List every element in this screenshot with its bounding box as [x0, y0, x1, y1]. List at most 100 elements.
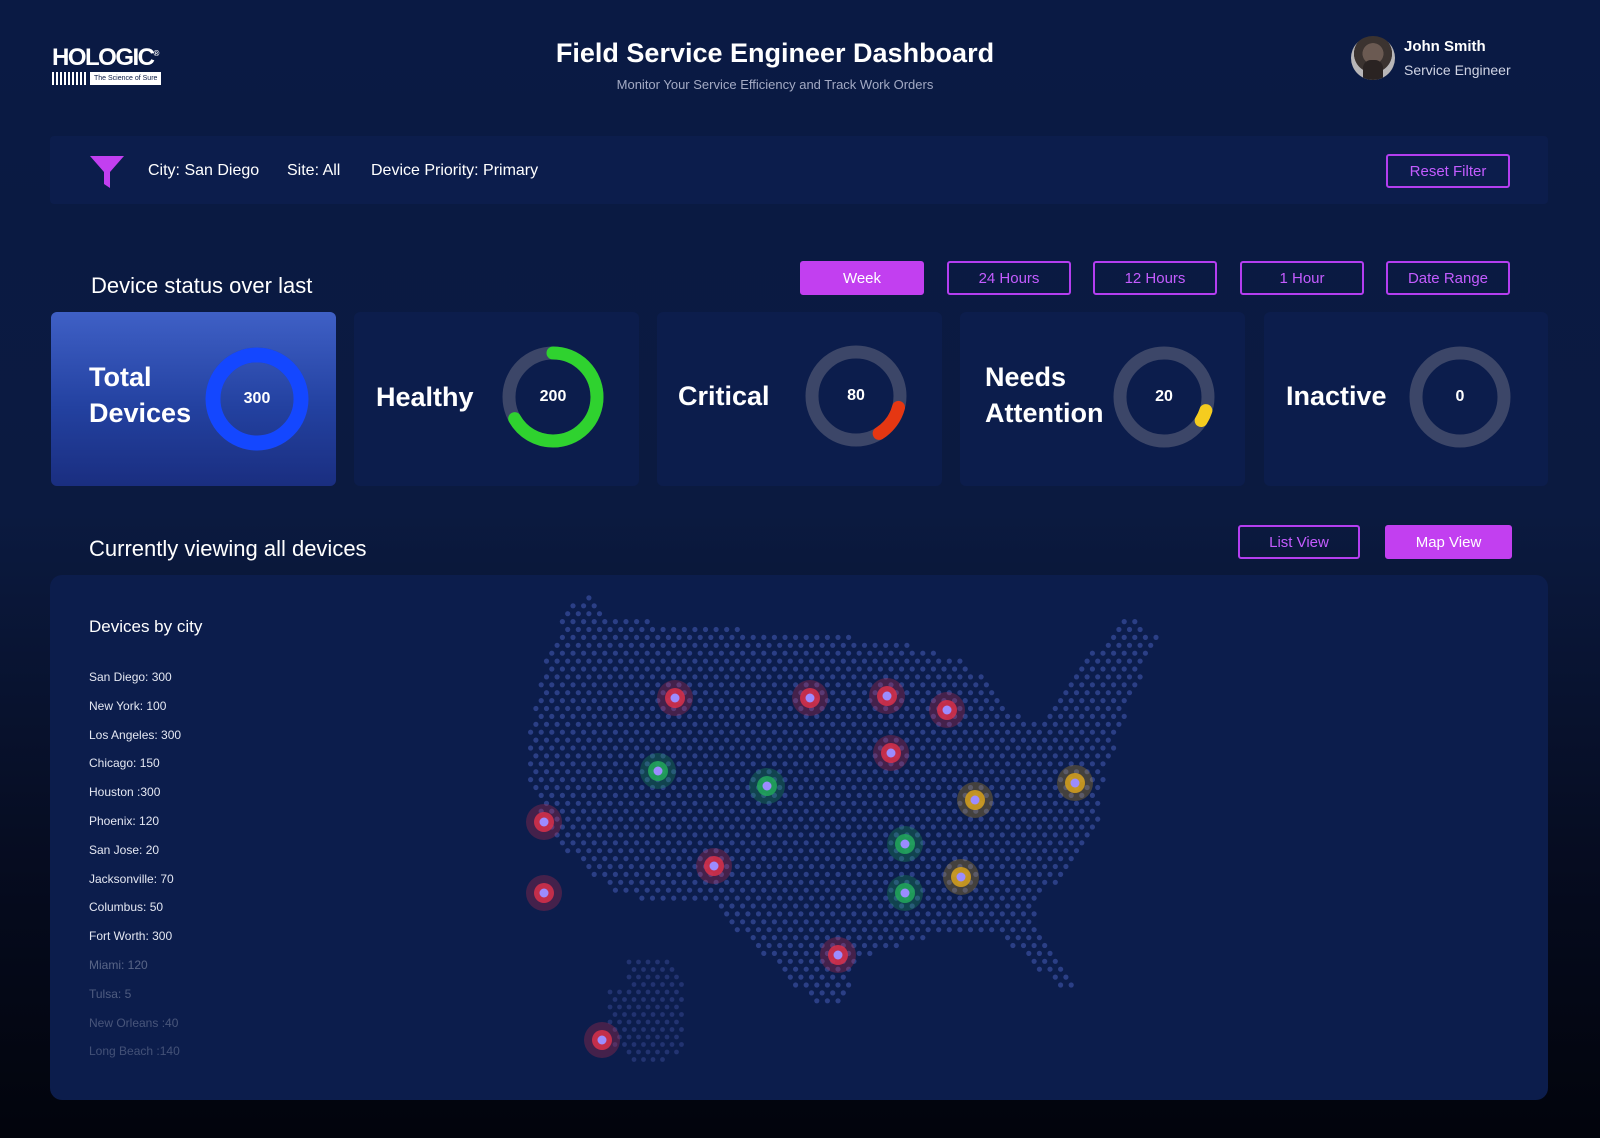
city-list-item[interactable]: Houston :300	[89, 785, 160, 799]
map-dot	[835, 666, 841, 672]
map-dot	[1020, 753, 1027, 759]
map-dot	[628, 626, 634, 633]
map-dot	[623, 761, 629, 767]
user-avatar[interactable]	[1351, 36, 1395, 80]
card-needs-attention[interactable]: Needs Attention 20	[960, 312, 1245, 486]
map-dot	[596, 737, 603, 743]
map-dot	[761, 698, 767, 704]
us-device-map[interactable]	[0, 575, 1600, 1100]
city-list-item[interactable]: Chicago: 150	[89, 756, 160, 770]
card-inactive[interactable]: Inactive 0	[1264, 312, 1548, 486]
map-dot	[641, 1042, 646, 1047]
device-marker-critical[interactable]	[526, 804, 562, 840]
map-dot	[819, 816, 825, 822]
map-dot	[824, 840, 831, 846]
city-list-item[interactable]: Tulsa: 5	[89, 987, 131, 1001]
map-dot	[883, 784, 889, 791]
city-list-item[interactable]: San Jose: 20	[89, 843, 159, 857]
filter-funnel-icon[interactable]	[88, 154, 126, 190]
device-marker-critical[interactable]	[869, 678, 905, 714]
card-healthy[interactable]: Healthy 200	[354, 312, 639, 486]
map-dot	[840, 784, 846, 791]
map-dot	[814, 666, 820, 672]
map-dot	[856, 713, 862, 720]
map-dot	[1026, 935, 1032, 941]
map-dot	[734, 642, 740, 648]
map-dot	[575, 611, 581, 617]
device-marker-healthy[interactable]	[749, 768, 785, 804]
filter-city[interactable]: City: San Diego	[148, 162, 259, 180]
range-date-range-button[interactable]: Date Range	[1386, 261, 1510, 295]
map-dot	[1126, 658, 1133, 664]
map-dot	[1058, 713, 1064, 720]
map-dot	[989, 690, 995, 696]
map-dot	[1089, 808, 1095, 814]
device-marker-critical[interactable]	[873, 735, 909, 771]
device-marker-healthy[interactable]	[640, 753, 676, 789]
range-1-hour-button[interactable]: 1 Hour	[1240, 261, 1364, 295]
map-dot	[952, 903, 958, 909]
map-dot	[591, 777, 597, 783]
range-week-button[interactable]: Week	[800, 261, 924, 295]
city-list-item[interactable]: Phoenix: 120	[89, 814, 159, 828]
city-list-item[interactable]: Columbus: 50	[89, 900, 163, 914]
map-dot	[766, 832, 772, 838]
map-dot	[824, 634, 831, 641]
device-marker-critical[interactable]	[584, 1022, 620, 1058]
reset-filter-button[interactable]: Reset Filter	[1386, 154, 1510, 188]
range-12-hours-button[interactable]: 12 Hours	[1093, 261, 1217, 295]
map-dot	[1005, 713, 1011, 720]
device-marker-attention[interactable]	[1057, 765, 1093, 801]
device-marker-healthy[interactable]	[887, 826, 923, 862]
device-marker-critical[interactable]	[929, 692, 965, 728]
city-list-item[interactable]: New York: 100	[89, 699, 166, 713]
city-list-item[interactable]: New Orleans :40	[89, 1016, 178, 1030]
map-dot	[734, 626, 740, 633]
map-dot	[851, 753, 857, 759]
map-dot	[581, 698, 587, 704]
map-dot	[676, 808, 682, 814]
device-marker-critical[interactable]	[526, 875, 562, 911]
device-marker-healthy[interactable]	[887, 875, 923, 911]
map-dot	[674, 974, 679, 980]
filter-device-priority[interactable]: Device Priority: Primary	[371, 162, 538, 180]
map-dot	[883, 721, 889, 727]
device-marker-critical[interactable]	[792, 680, 828, 716]
city-list-item[interactable]: Los Angeles: 300	[89, 728, 181, 742]
device-marker-attention[interactable]	[957, 782, 993, 818]
map-dot	[803, 856, 809, 862]
city-list-item[interactable]: Jacksonville: 70	[89, 872, 174, 886]
map-dot	[649, 626, 656, 633]
map-dot	[729, 682, 735, 688]
map-dot	[867, 745, 873, 751]
city-list-item[interactable]: Miami: 120	[89, 958, 148, 972]
device-marker-critical[interactable]	[657, 680, 693, 716]
city-list-item[interactable]: Fort Worth: 300	[89, 929, 172, 943]
map-dot	[740, 729, 746, 735]
list-view-button[interactable]: List View	[1238, 525, 1360, 559]
card-critical[interactable]: Critical 80	[657, 312, 942, 486]
range-24-hours-button[interactable]: 24 Hours	[947, 261, 1071, 295]
device-marker-critical[interactable]	[696, 848, 732, 884]
map-dot	[808, 911, 815, 917]
map-dot	[983, 745, 990, 751]
map-dot	[745, 769, 751, 775]
city-list-item[interactable]: San Diego: 300	[89, 670, 172, 684]
card-total-devices[interactable]: Total Devices 300	[51, 312, 336, 486]
device-marker-attention[interactable]	[943, 859, 979, 895]
map-dot	[634, 871, 640, 878]
map-dot	[766, 705, 772, 712]
map-dot	[676, 666, 682, 672]
map-dot	[650, 982, 656, 987]
page-title: Field Service Engineer Dashboard	[555, 38, 995, 68]
map-dot	[575, 674, 581, 680]
map-dot	[877, 856, 884, 862]
map-dot	[899, 792, 905, 799]
map-dot	[930, 666, 937, 672]
map-dot	[840, 863, 846, 870]
filter-site[interactable]: Site: All	[287, 162, 340, 180]
city-list-item[interactable]: Long Beach :140	[89, 1044, 180, 1058]
device-marker-critical[interactable]	[820, 937, 856, 973]
map-view-button[interactable]: Map View	[1385, 525, 1512, 559]
map-dot	[920, 919, 926, 925]
